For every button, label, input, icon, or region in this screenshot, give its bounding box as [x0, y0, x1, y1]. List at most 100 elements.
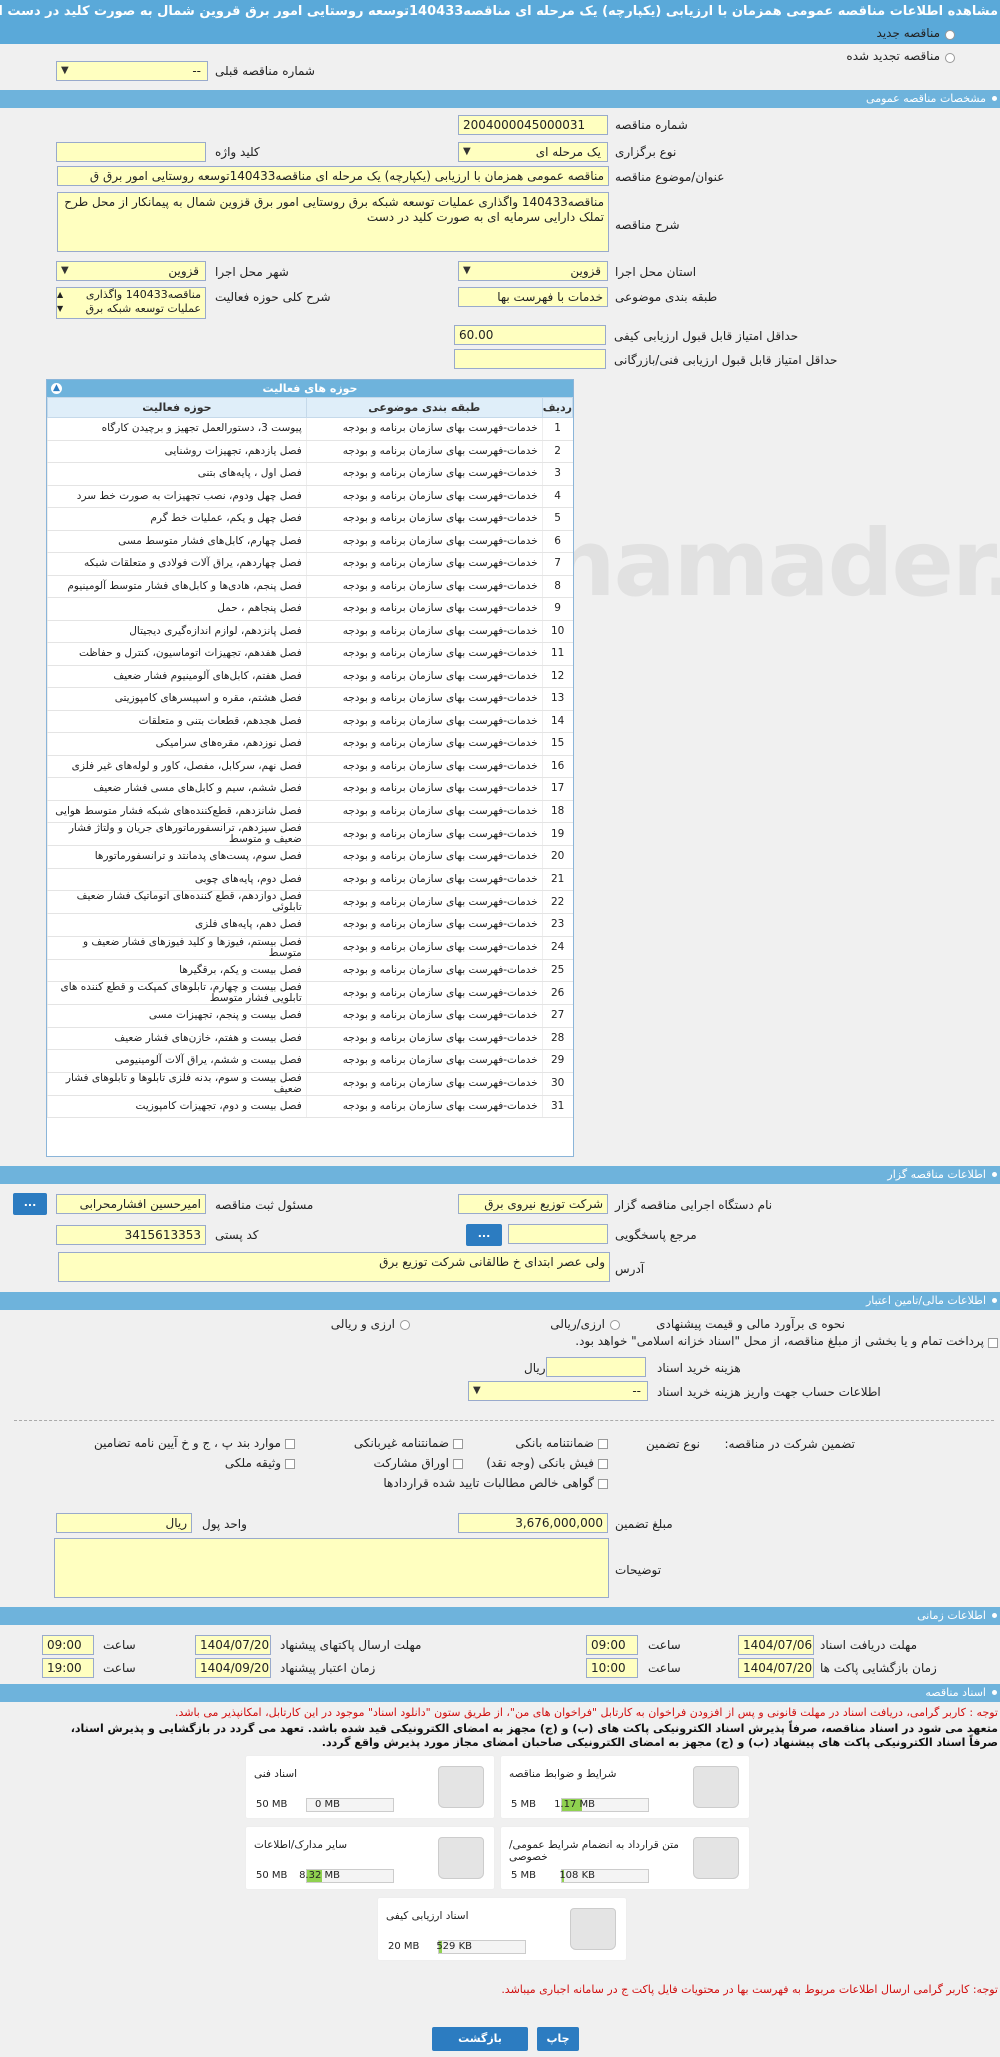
row-number: 1	[541, 417, 573, 441]
open-label: زمان بازگشایی پاکت ها	[820, 1661, 937, 1675]
signature-note-1: متعهد می شود در اسناد مناقصه، صرفاً پذیر…	[70, 1722, 998, 1735]
address-field: ولی عصر ابتدای خ طالقانی شرکت توزیع برق	[58, 1252, 610, 1282]
row-category: خدمات-فهرست بهای سازمان برنامه و بودجه	[305, 981, 543, 1005]
row-category: خدمات-فهرست بهای سازمان برنامه و بودجه	[305, 597, 543, 621]
document-name: اسناد فنی	[254, 1768, 298, 1780]
document-tile[interactable]: اسناد ارزیابی کیفی 529 KB 20 MB	[377, 1897, 627, 1961]
table-row: 25 خدمات-فهرست بهای سازمان برنامه و بودجه…	[47, 959, 573, 982]
row-activity: فصل بیست و هفتم، خازن‌های فشار ضعیف	[47, 1027, 307, 1050]
city-select[interactable]: قزوین ▼	[56, 261, 206, 281]
row-activity: فصل بیست و سوم، بدنه فلزی تابلوها و تابل…	[47, 1072, 307, 1096]
col-row: ردیف	[541, 397, 574, 418]
folder-icon	[693, 1766, 739, 1808]
row-activity: فصل بیستم، فیوزها و کلید فیوزهای فشار ضع…	[47, 936, 307, 960]
guarantee-opt-0-checkbox[interactable]	[598, 1439, 608, 1449]
open-time-label: ساعت	[648, 1661, 681, 1675]
new-tender-radio[interactable]	[945, 30, 955, 40]
guarantee-opt-5-checkbox[interactable]	[285, 1459, 295, 1469]
min-tech-label: حداقل امتیاز قابل قبول ارزیابی فنی/بازرگ…	[614, 353, 838, 367]
row-number: 23	[541, 913, 573, 937]
row-category: خدمات-فهرست بهای سازمان برنامه و بودجه	[305, 959, 543, 982]
responsible-dots-button[interactable]: ...	[13, 1193, 47, 1215]
document-tile[interactable]: اسناد فنی 0 MB 50 MB	[245, 1755, 495, 1819]
guarantee-opt-6: گواهی خالص مطالبات تایید شده قراردادها	[383, 1476, 594, 1490]
reference-dots-button[interactable]: ...	[466, 1224, 502, 1246]
guarantee-opt-6-checkbox[interactable]	[598, 1479, 608, 1489]
document-name: اسناد ارزیابی کیفی	[386, 1910, 469, 1922]
table-row: 15 خدمات-فهرست بهای سازمان برنامه و بودجه…	[47, 732, 573, 756]
prev-tender-select[interactable]: -- ▼	[56, 61, 208, 81]
row-category: خدمات-فهرست بهای سازمان برنامه و بودجه	[305, 822, 543, 846]
price-list-note: توجه: کاربر گرامی ارسال اطلاعات مربوط به…	[501, 1983, 998, 1996]
row-number: 19	[541, 822, 573, 846]
row-number: 27	[541, 1004, 573, 1028]
table-row: 10 خدمات-فهرست بهای سازمان برنامه و بودجه…	[47, 620, 573, 643]
document-name: متن قرارداد به انضمام شرایط عمومی/خصوصی	[509, 1839, 679, 1863]
open-date: 1404/07/20	[738, 1658, 814, 1678]
estimate-rial-radio[interactable]	[610, 1320, 620, 1330]
activity-field: مناقصه140433 واگذاری عملیات توسعه شبکه ب…	[56, 287, 206, 319]
tender-number-field: 2004000045000031	[458, 115, 608, 135]
keyword-field[interactable]	[56, 142, 206, 162]
guarantee-opt-1-checkbox[interactable]	[453, 1439, 463, 1449]
page-title: مشاهده اطلاعات مناقصه عمومی همزمان با ار…	[0, 0, 1000, 44]
document-tile[interactable]: متن قرارداد به انضمام شرایط عمومی/خصوصی 1…	[500, 1826, 750, 1890]
document-tile[interactable]: سایر مدارک/اطلاعات 8.32 MB 50 MB	[245, 1826, 495, 1890]
guarantee-opt-3-checkbox[interactable]	[598, 1459, 608, 1469]
province-select[interactable]: قزوین ▼	[458, 261, 608, 281]
back-button[interactable]: بازگشت	[432, 2027, 528, 2051]
row-category: خدمات-فهرست بهای سازمان برنامه و بودجه	[305, 507, 543, 531]
treasury-checkbox[interactable]	[988, 1338, 998, 1348]
row-activity: فصل هفدهم، تجهیزات اتوماسیون، کنترل و حف…	[47, 642, 307, 666]
tender-type-select[interactable]: یک مرحله ای ▼	[458, 142, 608, 162]
min-tech-field	[454, 349, 606, 369]
guarantee-opt-4: اوراق مشارکت	[373, 1456, 449, 1470]
renewed-tender-label: مناقصه تجدید شده	[846, 49, 940, 63]
table-row: 12 خدمات-فهرست بهای سازمان برنامه و بودجه…	[47, 665, 573, 688]
col-activity: حوزه فعالیت	[47, 397, 307, 418]
min-quality-label: حداقل امتیاز قابل قبول ارزیابی کیفی	[614, 329, 799, 343]
guarantee-opt-1: ضمانتنامه غیربانکی	[353, 1436, 449, 1450]
row-activity: فصل دهم، پایه‌های فلزی	[47, 913, 307, 937]
renewed-tender-radio[interactable]	[945, 53, 955, 63]
tender-type-label: نوع برگزاری	[615, 145, 677, 159]
guarantee-opt-2: موارد بند پ ، ج و خ آیین نامه تضامین	[93, 1436, 281, 1450]
send-time-label: ساعت	[103, 1638, 136, 1652]
row-category: خدمات-فهرست بهای سازمان برنامه و بودجه	[305, 1027, 543, 1050]
guarantee-opt-2-checkbox[interactable]	[285, 1439, 295, 1449]
estimate-foreign-radio[interactable]	[400, 1320, 410, 1330]
row-category: خدمات-فهرست بهای سازمان برنامه و بودجه	[305, 1095, 543, 1118]
document-name: سایر مدارک/اطلاعات	[254, 1839, 347, 1851]
account-select[interactable]: -- ▼	[468, 1381, 648, 1401]
collapse-icon[interactable]: ▲	[51, 383, 62, 394]
open-time: 10:00	[586, 1658, 638, 1678]
row-activity: فصل شانزدهم، قطع‌کننده‌های شبکه فشار متو…	[47, 800, 307, 823]
folder-icon	[438, 1837, 484, 1879]
document-used: 108 KB	[559, 1870, 595, 1881]
table-row: 8 خدمات-فهرست بهای سازمان برنامه و بودجه ف…	[47, 575, 573, 598]
account-value: --	[632, 1384, 641, 1398]
city-label: شهر محل اجرا	[215, 265, 289, 279]
table-row: 31 خدمات-فهرست بهای سازمان برنامه و بودجه…	[47, 1095, 573, 1118]
row-category: خدمات-فهرست بهای سازمان برنامه و بودجه	[305, 440, 543, 463]
section-time-header: اطلاعات زمانی	[0, 1607, 1000, 1625]
print-button[interactable]: چاپ	[537, 2027, 579, 2051]
guarantee-opt-4-checkbox[interactable]	[453, 1459, 463, 1469]
row-number: 30	[541, 1072, 573, 1096]
notes-field	[54, 1538, 609, 1598]
activity-label: شرح کلی حوزه فعالیت	[215, 290, 331, 304]
row-category: خدمات-فهرست بهای سازمان برنامه و بودجه	[305, 462, 543, 486]
row-activity: فصل چهارم، کابل‌های فشار متوسط مسی	[47, 530, 307, 553]
city-value: قزوین	[168, 264, 199, 278]
reference-field[interactable]	[508, 1224, 608, 1244]
estimate-foreign-label: ارزی و ریالی	[330, 1317, 395, 1331]
row-activity: فصل بیست و دوم، تجهیزات کامپوزیت	[47, 1095, 307, 1118]
row-activity: فصل دوازدهم، قطع کننده‌های اتوماتیک فشار…	[47, 890, 307, 914]
document-tile[interactable]: شرایط و ضوابط مناقصه 1.17 MB 5 MB	[500, 1755, 750, 1819]
document-max: 50 MB	[256, 1870, 288, 1881]
table-row: 29 خدمات-فهرست بهای سازمان برنامه و بودجه…	[47, 1049, 573, 1073]
row-number: 5	[541, 507, 573, 531]
scroll-arrows-icon[interactable]: ▲ ▼	[57, 288, 63, 316]
row-activity: فصل پنجم، هادی‌ها و کابل‌های فشار متوسط …	[47, 575, 307, 598]
row-number: 31	[541, 1095, 573, 1118]
